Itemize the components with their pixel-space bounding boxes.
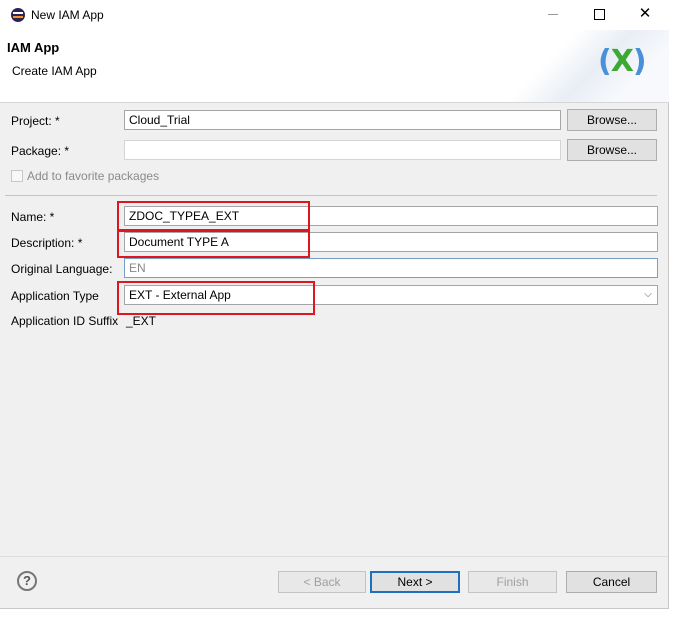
separator: [5, 195, 657, 196]
original-language-field[interactable]: EN: [124, 258, 658, 278]
eclipse-icon: [11, 8, 25, 22]
package-label: Package: *: [11, 144, 70, 158]
close-icon: ✕: [638, 5, 652, 22]
application-id-suffix-value: _EXT: [126, 314, 157, 328]
wizard-header: IAM App Create IAM App (X): [0, 30, 669, 103]
minimize-button[interactable]: [530, 0, 576, 30]
footer-separator: [0, 556, 668, 557]
chevron-down-icon[interactable]: ⌵: [639, 286, 657, 304]
favorite-checkbox-label: Add to favorite packages: [27, 169, 160, 183]
package-field[interactable]: [124, 140, 561, 160]
dialog-window: New IAM App ✕ IAM App Create IAM App (X)…: [0, 0, 669, 609]
help-icon[interactable]: ?: [17, 571, 37, 591]
description-label: Description: *: [11, 236, 83, 250]
highlight-box-description: [117, 230, 310, 258]
page-title: IAM App: [7, 40, 60, 55]
favorite-checkbox[interactable]: [11, 170, 23, 182]
next-button[interactable]: Next >: [370, 571, 460, 593]
application-type-label: Application Type: [11, 289, 99, 303]
package-browse-button[interactable]: Browse...: [567, 139, 657, 161]
window-title: New IAM App: [31, 8, 104, 22]
close-button[interactable]: ✕: [622, 0, 668, 30]
name-label: Name: *: [11, 210, 55, 224]
finish-button[interactable]: Finish: [468, 571, 557, 593]
project-label: Project: *: [11, 114, 60, 128]
title-bar: New IAM App ✕: [0, 0, 669, 30]
application-id-suffix-label: Application ID Suffix: [11, 314, 119, 328]
minimize-icon: [548, 14, 558, 15]
back-button[interactable]: < Back: [278, 571, 366, 593]
iam-logo-icon: (X): [598, 44, 647, 79]
highlight-box-application-type: [117, 281, 315, 315]
highlight-box-name: [117, 201, 310, 231]
page-subtitle: Create IAM App: [12, 64, 97, 78]
project-field[interactable]: Cloud_Trial: [124, 110, 561, 130]
project-browse-button[interactable]: Browse...: [567, 109, 657, 131]
maximize-button[interactable]: [576, 0, 622, 30]
maximize-icon: [594, 9, 605, 20]
cancel-button[interactable]: Cancel: [566, 571, 657, 593]
original-language-label: Original Language:: [11, 262, 113, 276]
